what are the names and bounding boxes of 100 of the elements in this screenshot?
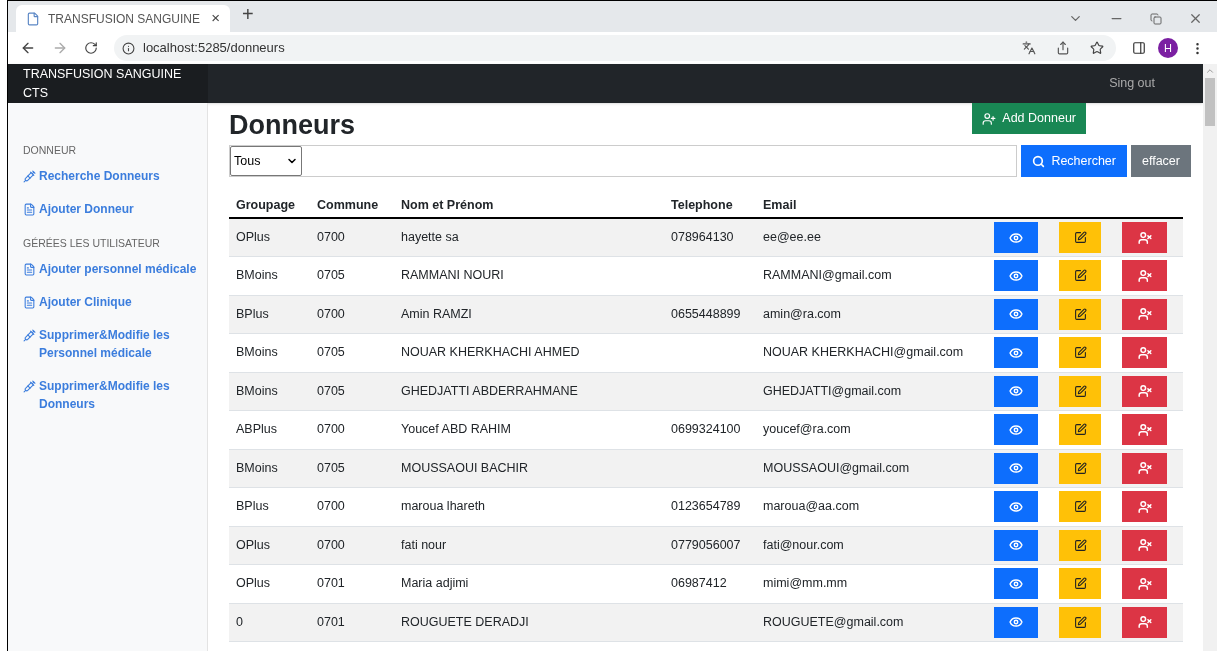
table-cell: 0700 xyxy=(317,499,345,514)
view-button[interactable] xyxy=(994,298,1038,330)
table-cell: BPlus xyxy=(236,499,269,514)
edit-button[interactable] xyxy=(1059,337,1101,369)
table-cell: 0 xyxy=(236,614,243,629)
sidebar-link[interactable]: Ajouter personnel médicale xyxy=(23,259,207,278)
edit-icon xyxy=(1073,423,1087,437)
add-donor-button[interactable]: Add Donneur xyxy=(972,103,1086,134)
table-cell: youcef@ra.com xyxy=(763,422,851,437)
edit-button[interactable] xyxy=(1059,606,1101,638)
sidebar-link[interactable]: Ajouter Donneur xyxy=(23,199,207,218)
eye-icon xyxy=(1009,384,1023,399)
table-cell: ROUGUETE DERADJI xyxy=(401,614,529,629)
view-button[interactable] xyxy=(994,606,1038,638)
edit-icon xyxy=(1073,346,1087,360)
table-cell: 0700 xyxy=(317,306,345,321)
translate-icon[interactable] xyxy=(1022,41,1036,55)
view-button[interactable] xyxy=(994,222,1038,253)
remove-user-icon xyxy=(1137,384,1152,399)
delete-button[interactable] xyxy=(1122,414,1167,446)
view-button[interactable] xyxy=(994,260,1038,292)
edit-icon xyxy=(1073,269,1087,283)
edit-button[interactable] xyxy=(1059,222,1101,253)
sign-out-link[interactable]: Sing out xyxy=(1109,74,1155,93)
remove-user-icon xyxy=(1137,268,1152,283)
table-cell: mimi@mm.mm xyxy=(763,576,848,591)
table-cell: 0705 xyxy=(317,345,345,360)
sidebar-link[interactable]: Recherche Donneurs xyxy=(23,166,207,185)
profile-avatar[interactable]: H xyxy=(1158,38,1178,58)
table-cell: Youcef ABD RAHIM xyxy=(401,422,511,437)
filter-select[interactable]: Tous xyxy=(230,146,302,176)
column-header: Nom et Prénom xyxy=(401,198,494,213)
clear-button[interactable]: effacer xyxy=(1131,145,1191,177)
view-button[interactable] xyxy=(994,529,1038,561)
table-cell: 0700 xyxy=(317,537,345,552)
sidebar-link[interactable]: Supprimer&Modifie les Donneurs xyxy=(23,376,207,413)
tab-close[interactable]: × xyxy=(211,7,220,30)
table-cell: GHEDJATTI@gmail.com xyxy=(763,383,902,398)
side-panel-icon[interactable] xyxy=(1132,41,1146,55)
edit-button[interactable] xyxy=(1059,529,1101,561)
close-icon[interactable] xyxy=(1188,11,1203,26)
delete-button[interactable] xyxy=(1122,222,1167,253)
table-cell: RAMMANI@gmail.com xyxy=(763,268,892,283)
view-button[interactable] xyxy=(994,375,1038,407)
delete-button[interactable] xyxy=(1122,260,1167,292)
view-button[interactable] xyxy=(994,452,1038,484)
table-cell: OPlus xyxy=(236,230,271,245)
eye-icon xyxy=(1009,615,1023,630)
search-button[interactable]: Rechercher xyxy=(1021,145,1127,177)
table-cell: 0701 xyxy=(317,614,345,629)
edit-button[interactable] xyxy=(1059,298,1101,330)
new-tab-button[interactable]: + xyxy=(242,0,254,29)
delete-button[interactable] xyxy=(1122,529,1167,561)
back-icon[interactable] xyxy=(20,40,36,56)
view-button[interactable] xyxy=(994,337,1038,369)
delete-button[interactable] xyxy=(1122,568,1167,600)
scroll-thumb[interactable] xyxy=(1205,78,1215,126)
delete-button[interactable] xyxy=(1122,606,1167,638)
view-button[interactable] xyxy=(994,414,1038,446)
edit-button[interactable] xyxy=(1059,414,1101,446)
edit-icon xyxy=(1073,615,1087,629)
page-title: Donneurs xyxy=(229,109,355,142)
edit-button[interactable] xyxy=(1059,375,1101,407)
table-cell: BMoins xyxy=(236,383,278,398)
edit-button[interactable] xyxy=(1059,452,1101,484)
info-icon xyxy=(122,41,135,55)
table-cell: 0779056007 xyxy=(671,537,741,552)
scrollbar[interactable] xyxy=(1203,64,1217,651)
eye-icon xyxy=(1009,422,1023,437)
syringe-icon xyxy=(23,169,36,183)
restore-icon[interactable] xyxy=(1150,12,1162,25)
address-bar[interactable]: localhost:5285/donneurs xyxy=(114,35,1116,61)
delete-button[interactable] xyxy=(1122,337,1167,369)
table-cell: 0705 xyxy=(317,268,345,283)
page-icon xyxy=(26,11,40,26)
sidebar-link[interactable]: Supprimer&Modifie les Personnel médicale xyxy=(23,325,207,362)
delete-button[interactable] xyxy=(1122,298,1167,330)
edit-button[interactable] xyxy=(1059,491,1101,523)
edit-button[interactable] xyxy=(1059,260,1101,292)
delete-button[interactable] xyxy=(1122,452,1167,484)
view-button[interactable] xyxy=(994,491,1038,523)
view-button[interactable] xyxy=(994,568,1038,600)
table-cell: ee@ee.ee xyxy=(763,230,821,245)
share-icon[interactable] xyxy=(1056,41,1070,55)
star-icon[interactable] xyxy=(1090,41,1104,55)
column-header: Email xyxy=(763,198,797,213)
delete-button[interactable] xyxy=(1122,375,1167,407)
table-cell: MOUSSAOUI BACHIR xyxy=(401,460,529,475)
eye-icon xyxy=(1009,461,1023,476)
browser-tab[interactable]: TRANSFUSION SANGUINE × xyxy=(16,5,230,32)
edit-button[interactable] xyxy=(1059,568,1101,600)
delete-button[interactable] xyxy=(1122,491,1167,523)
edit-icon xyxy=(1073,307,1087,321)
remove-user-icon xyxy=(1137,307,1152,322)
table-cell: OPlus xyxy=(236,537,271,552)
table-cell: 0655448899 xyxy=(671,306,741,321)
reload-icon[interactable] xyxy=(84,41,98,55)
sidebar-link[interactable]: Ajouter Clinique xyxy=(23,292,207,311)
remove-user-icon xyxy=(1137,576,1152,591)
remove-user-icon xyxy=(1137,461,1152,476)
